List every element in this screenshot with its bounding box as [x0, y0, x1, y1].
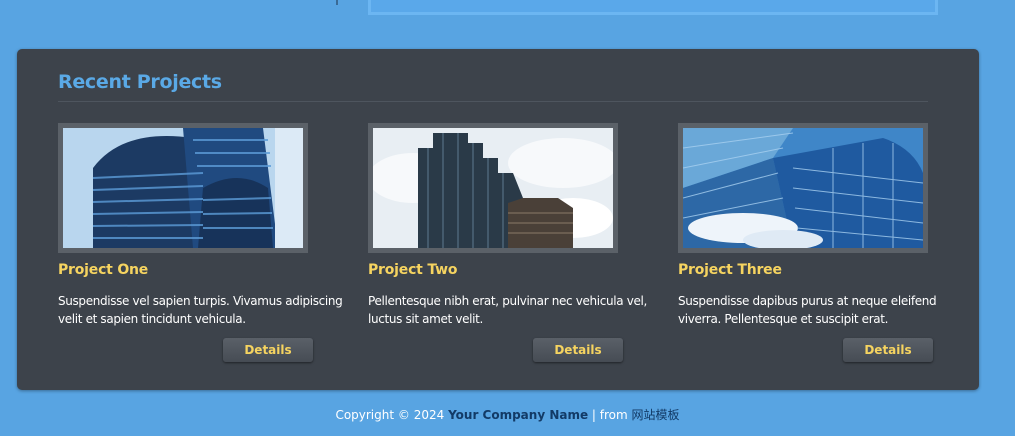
footer-separator: | from: [588, 408, 632, 422]
project-thumbnail[interactable]: [58, 123, 308, 253]
project-description: Suspendisse vel sapien turpis. Vivamus a…: [58, 294, 343, 326]
project-card: Project One Suspendisse vel sapien turpi…: [58, 123, 348, 363]
project-card: Project Two Pellentesque nibh erat, pulv…: [368, 123, 658, 363]
section-title: Recent Projects: [58, 71, 222, 93]
project-title[interactable]: Project One: [58, 262, 148, 278]
project-thumbnail[interactable]: [678, 123, 928, 253]
top-decoration-mark: [336, 0, 338, 5]
project-description: Pellentesque nibh erat, pulvinar nec veh…: [368, 294, 647, 326]
top-content-box-edge: [368, 0, 938, 15]
footer: Copyright © 2024 Your Company Name | fro…: [0, 406, 1015, 423]
details-button[interactable]: Details: [533, 338, 623, 362]
project-title[interactable]: Project Two: [368, 262, 458, 278]
footer-copyright: Copyright © 2024: [335, 408, 449, 422]
project-description: Suspendisse dapibus purus at neque eleif…: [678, 294, 937, 326]
project-card: Project Three Suspendisse dapibus purus …: [678, 123, 968, 363]
footer-template-link[interactable]: 网站模板: [632, 408, 680, 422]
project-thumbnail[interactable]: [368, 123, 618, 253]
section-divider: [58, 101, 928, 102]
recent-projects-panel: Recent Projects Project One Suspendisse …: [17, 49, 979, 390]
footer-company-link[interactable]: Your Company Name: [448, 408, 588, 422]
skyscrapers-photo-icon: [373, 128, 613, 248]
office-building-photo-icon: [63, 128, 303, 248]
glass-tower-photo-icon: [683, 128, 923, 248]
project-title[interactable]: Project Three: [678, 262, 782, 278]
details-button[interactable]: Details: [843, 338, 933, 362]
details-button[interactable]: Details: [223, 338, 313, 362]
